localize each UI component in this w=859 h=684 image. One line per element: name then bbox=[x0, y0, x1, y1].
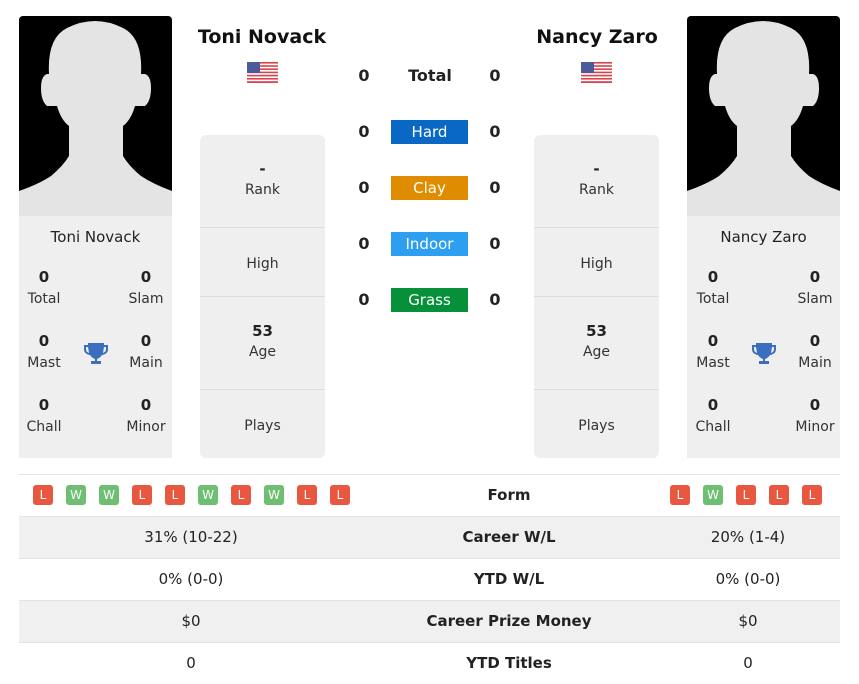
info-age: 53 Age bbox=[200, 297, 325, 390]
titles-card-right: Nancy Zaro 0 Total 0 Slam 0 Mast 0 Main … bbox=[687, 216, 840, 458]
form-badge-win[interactable]: W bbox=[198, 485, 218, 505]
form-badge-loss[interactable]: L bbox=[297, 485, 317, 505]
h2h-indoor-left: 0 bbox=[358, 234, 370, 253]
form-badges-right: LWLLL bbox=[670, 485, 822, 505]
player-name-left[interactable]: Toni Novack bbox=[177, 26, 347, 48]
form-badge-loss[interactable]: L bbox=[132, 485, 152, 505]
row-value-right: 0 bbox=[743, 654, 753, 672]
form-row: LWWLLWLWLL Form LWLLL bbox=[19, 474, 840, 516]
row-label: YTD Titles bbox=[466, 654, 552, 672]
row-label: YTD W/L bbox=[473, 570, 545, 588]
trophy-icon bbox=[84, 343, 108, 364]
form-badges-left: LWWLLWLWLL bbox=[33, 485, 350, 505]
us-flag-icon bbox=[247, 62, 278, 83]
h2h-total-left: 0 bbox=[358, 66, 370, 85]
us-flag-icon bbox=[581, 62, 612, 83]
player-name-right[interactable]: Nancy Zaro bbox=[512, 26, 682, 48]
row-value-left: 0 bbox=[186, 654, 196, 672]
trophy-icon bbox=[752, 343, 776, 364]
table-row: $0 Career Prize Money $0 bbox=[19, 600, 840, 642]
titles-total: 0 Total bbox=[696, 268, 730, 307]
silhouette-icon bbox=[687, 21, 840, 216]
titles-card-left: Toni Novack 0 Total 0 Slam 0 Mast 0 Main… bbox=[19, 216, 172, 458]
table-row: 0% (0-0) YTD W/L 0% (0-0) bbox=[19, 558, 840, 600]
surface-badge-indoor[interactable]: Indoor bbox=[391, 232, 468, 256]
row-value-left: 31% (10-22) bbox=[144, 528, 238, 546]
info-plays: Plays bbox=[578, 418, 615, 434]
titles-chall: 0 Chall bbox=[26, 396, 62, 435]
titles-chall: 0 Chall bbox=[695, 396, 731, 435]
h2h-clay-right: 0 bbox=[489, 178, 501, 197]
h2h-hard-right: 0 bbox=[489, 122, 501, 141]
player-photo-left bbox=[19, 16, 172, 216]
info-high: High bbox=[200, 228, 325, 297]
titles-main: 0 Main bbox=[129, 332, 163, 371]
form-badge-loss[interactable]: L bbox=[769, 485, 789, 505]
titles-minor: 0 Minor bbox=[795, 396, 835, 435]
table-row: 31% (10-22) Career W/L 20% (1-4) bbox=[19, 516, 840, 558]
form-badge-win[interactable]: W bbox=[703, 485, 723, 505]
player-name-card-right: Nancy Zaro bbox=[720, 228, 807, 246]
titles-slam: 0 Slam bbox=[128, 268, 164, 307]
h2h-total-row: 0 Total 0 bbox=[340, 64, 520, 88]
h2h-grass-row: 0 Grass 0 bbox=[340, 288, 520, 312]
titles-slam: 0 Slam bbox=[797, 268, 833, 307]
titles-mast: 0 Mast bbox=[27, 332, 61, 371]
form-badge-loss[interactable]: L bbox=[33, 485, 53, 505]
titles-main: 0 Main bbox=[798, 332, 832, 371]
h2h-total-right: 0 bbox=[489, 66, 501, 85]
h2h-grass-left: 0 bbox=[358, 290, 370, 309]
info-high: High bbox=[534, 228, 659, 297]
silhouette-icon bbox=[19, 21, 172, 216]
player-photo-right bbox=[687, 16, 840, 216]
player-name-card-left: Toni Novack bbox=[50, 228, 141, 246]
form-label: Form bbox=[487, 486, 531, 504]
row-value-right: 0% (0-0) bbox=[715, 570, 781, 588]
h2h-total-label: Total bbox=[408, 66, 452, 85]
titles-minor: 0 Minor bbox=[126, 396, 166, 435]
h2h-grass-right: 0 bbox=[489, 290, 501, 309]
form-badge-win[interactable]: W bbox=[264, 485, 284, 505]
info-panel-left: - Rank High 53 Age Plays bbox=[200, 135, 325, 458]
h2h-hard-row: 0 Hard 0 bbox=[340, 120, 520, 144]
info-plays: Plays bbox=[244, 418, 281, 434]
h2h-hard-left: 0 bbox=[358, 122, 370, 141]
row-value-left: $0 bbox=[181, 612, 201, 630]
h2h-clay-row: 0 Clay 0 bbox=[340, 176, 520, 200]
surface-badge-grass[interactable]: Grass bbox=[391, 288, 468, 312]
info-rank: - Rank bbox=[200, 135, 325, 228]
titles-mast: 0 Mast bbox=[696, 332, 730, 371]
form-badge-loss[interactable]: L bbox=[670, 485, 690, 505]
surface-badge-hard[interactable]: Hard bbox=[391, 120, 468, 144]
row-label: Career W/L bbox=[462, 528, 556, 546]
h2h-clay-left: 0 bbox=[358, 178, 370, 197]
h2h-indoor-right: 0 bbox=[489, 234, 501, 253]
table-row: 0 YTD Titles 0 bbox=[19, 642, 840, 684]
form-badge-loss[interactable]: L bbox=[231, 485, 251, 505]
surface-badge-clay[interactable]: Clay bbox=[391, 176, 468, 200]
row-value-left: 0% (0-0) bbox=[158, 570, 224, 588]
form-badge-loss[interactable]: L bbox=[802, 485, 822, 505]
row-value-right: 20% (1-4) bbox=[710, 528, 786, 546]
info-panel-right: - Rank High 53 Age Plays bbox=[534, 135, 659, 458]
info-age: 53 Age bbox=[534, 297, 659, 390]
comparison-table: LWWLLWLWLL Form LWLLL 31% (10-22) Career… bbox=[19, 474, 840, 684]
form-badge-win[interactable]: W bbox=[99, 485, 119, 505]
info-rank: - Rank bbox=[534, 135, 659, 228]
h2h-indoor-row: 0 Indoor 0 bbox=[340, 232, 520, 256]
titles-total: 0 Total bbox=[27, 268, 61, 307]
form-badge-loss[interactable]: L bbox=[736, 485, 756, 505]
form-badge-loss[interactable]: L bbox=[165, 485, 185, 505]
form-badge-loss[interactable]: L bbox=[330, 485, 350, 505]
row-label: Career Prize Money bbox=[426, 612, 592, 630]
row-value-right: $0 bbox=[738, 612, 758, 630]
form-badge-win[interactable]: W bbox=[66, 485, 86, 505]
